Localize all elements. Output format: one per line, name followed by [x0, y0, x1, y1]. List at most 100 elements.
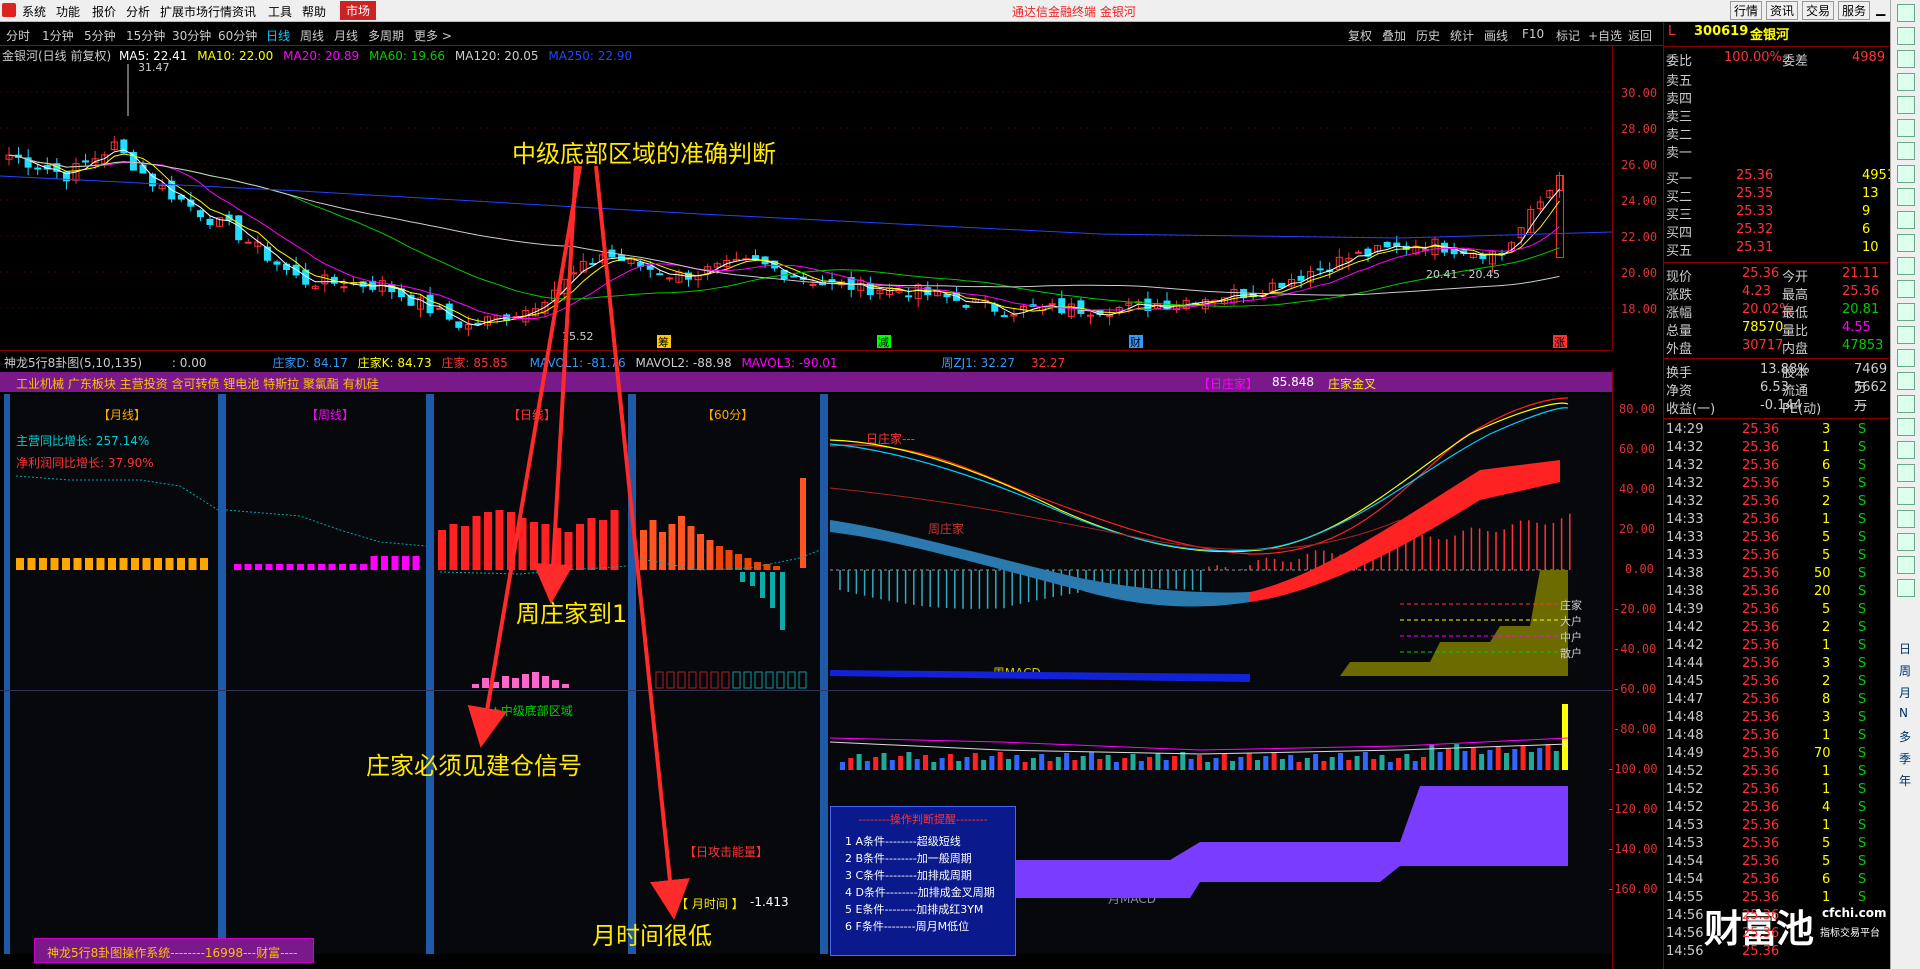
tool-add-watch[interactable]: +自选 — [1588, 27, 1622, 44]
market-button[interactable]: 市场 — [340, 1, 377, 20]
stat-label: 最低 — [1782, 306, 1809, 321]
tick-volume: 70 — [1814, 746, 1831, 761]
chart-icon[interactable] — [1897, 211, 1915, 229]
tool-stats[interactable]: 统计 — [1450, 27, 1474, 44]
period-fenshi[interactable]: 分时 — [6, 27, 30, 44]
grid-icon[interactable] — [1897, 188, 1915, 206]
menu-extended-market[interactable]: 扩展市场行情 — [160, 3, 232, 20]
menu-function[interactable]: 功能 — [56, 3, 80, 20]
indicator-name[interactable]: 神龙5行8卦图(5,10,135) — [4, 356, 142, 370]
sidebar-tab[interactable]: 周 — [1899, 662, 1911, 679]
tool-mark[interactable]: 标记 — [1556, 27, 1580, 44]
tick-price: 25.36 — [1742, 602, 1780, 617]
menu-system[interactable]: 系统 — [22, 3, 46, 20]
menu-analysis[interactable]: 分析 — [126, 3, 150, 20]
tick-row: 14:32 25.36 5 S — [1664, 476, 1889, 494]
btn-service[interactable]: 服务 — [1838, 1, 1871, 20]
period-multi[interactable]: 多周期 — [368, 27, 404, 44]
fund-icon[interactable] — [1897, 326, 1915, 344]
period-30min[interactable]: 30分钟 — [172, 27, 211, 44]
flag-icon[interactable] — [1897, 533, 1915, 551]
sidebar-tab[interactable]: 季 — [1899, 750, 1911, 767]
edit-icon[interactable] — [1897, 395, 1915, 413]
period-daily[interactable]: 日线 — [266, 27, 290, 44]
sidebar-tab[interactable]: 多 — [1899, 728, 1911, 745]
min60-neg-bar — [760, 572, 765, 598]
window-min-icon[interactable] — [1897, 4, 1915, 22]
arrow-left-icon[interactable] — [1897, 119, 1915, 137]
guide-line: 3 C条件--------加排成周期 — [845, 869, 972, 882]
list-icon[interactable] — [1897, 165, 1915, 183]
sidebar-tab[interactable]: 年 — [1899, 772, 1911, 789]
stock-code: 300619 — [1694, 24, 1749, 39]
info-icon[interactable] — [1897, 280, 1915, 298]
tool-f10[interactable]: F10 — [1522, 27, 1544, 41]
btn-news[interactable]: 资讯 — [1766, 1, 1799, 20]
doc-icon[interactable] — [1897, 303, 1915, 321]
star-icon[interactable] — [1897, 556, 1915, 574]
period-60min[interactable]: 60分钟 — [218, 27, 257, 44]
book-icon[interactable] — [1897, 372, 1915, 390]
vol-bar — [1246, 753, 1252, 770]
menu-help[interactable]: 帮助 — [302, 3, 326, 20]
sidebar-tab[interactable]: 月 — [1899, 684, 1911, 701]
window-max-icon[interactable] — [1897, 27, 1915, 45]
tool-overlay[interactable]: 叠加 — [1382, 27, 1406, 44]
tool-icon[interactable] — [1897, 441, 1915, 459]
period-monthly[interactable]: 月线 — [334, 27, 358, 44]
sell-row: 卖一 — [1664, 142, 1889, 161]
tick-price: 25.36 — [1742, 494, 1780, 509]
compass-icon[interactable] — [1897, 464, 1915, 482]
event-marker: 减 — [878, 336, 889, 349]
sidebar-tab[interactable]: 日 — [1899, 640, 1911, 657]
period-weekly[interactable]: 周线 — [300, 27, 324, 44]
tick-side: S — [1858, 890, 1867, 905]
k-line — [829, 402, 1569, 553]
rsi-icon[interactable] — [1897, 487, 1915, 505]
calc-icon[interactable] — [1897, 510, 1915, 528]
day-vol-bar — [472, 684, 479, 688]
tick-row: 14:56 25.36 — [1664, 944, 1889, 962]
tool-back[interactable]: 返回 — [1628, 27, 1652, 44]
vol-bar — [1014, 755, 1020, 770]
menu-quote[interactable]: 报价 — [92, 3, 116, 20]
btn-trade[interactable]: 交易 — [1802, 1, 1835, 20]
tool-fuquan[interactable]: 复权 — [1348, 27, 1372, 44]
period-15min[interactable]: 15分钟 — [126, 27, 165, 44]
bars-icon[interactable] — [1897, 234, 1915, 252]
week-bar — [276, 564, 283, 570]
arrow-down-icon[interactable] — [1897, 96, 1915, 114]
period-1min[interactable]: 1分钟 — [42, 27, 74, 44]
news-icon[interactable] — [1897, 418, 1915, 436]
tick-row: 14:49 25.36 70 S — [1664, 746, 1889, 764]
tool-draw[interactable]: 画线 — [1484, 27, 1508, 44]
vol-bar — [956, 761, 962, 770]
tick-volume: 1 — [1822, 728, 1831, 743]
grid2-icon[interactable] — [1897, 579, 1915, 597]
tool-history[interactable]: 历史 — [1416, 27, 1440, 44]
window-close-icon[interactable] — [1897, 50, 1915, 68]
menu-tools[interactable]: 工具 — [268, 3, 292, 20]
sidebar-tab[interactable]: N — [1899, 706, 1908, 720]
arrow-right-icon[interactable] — [1897, 142, 1915, 160]
period-more[interactable]: 更多 > — [414, 27, 452, 44]
min60-bar — [668, 524, 676, 570]
indicator-area[interactable]: 工业机械 广东板块 主营投资 含可转债 锂电池 特斯拉 聚氯酯 有机硅 【日庄家… — [0, 370, 1612, 969]
minimize-icon[interactable]: ▁ — [1876, 2, 1885, 16]
tick-side: S — [1858, 422, 1867, 437]
table-icon[interactable] — [1897, 257, 1915, 275]
candle-down — [263, 246, 271, 261]
period-5min[interactable]: 5分钟 — [84, 27, 116, 44]
guide-title: --------操作判断提醒-------- — [858, 813, 988, 826]
buy-row: 买四 25.32 6 — [1664, 222, 1889, 241]
pie-icon[interactable] — [1897, 349, 1915, 367]
webi-label: 委比 — [1666, 54, 1693, 69]
tick-row: 14:38 25.36 20 S — [1664, 584, 1889, 602]
tick-time: 14:56 — [1666, 944, 1704, 959]
vol-bar — [1238, 757, 1244, 770]
menu-news[interactable]: 资讯 — [232, 3, 256, 20]
price-chart[interactable]: 金银河(日线 前复权) MA5: 22.41 MA10: 22.00 MA20:… — [0, 46, 1612, 350]
period-toolbar: 分时 1分钟 5分钟 15分钟 30分钟 60分钟 日线 周线 月线 多周期 更… — [0, 22, 1663, 46]
arrow-up-icon[interactable] — [1897, 73, 1915, 91]
btn-quote[interactable]: 行情 — [1730, 1, 1763, 20]
